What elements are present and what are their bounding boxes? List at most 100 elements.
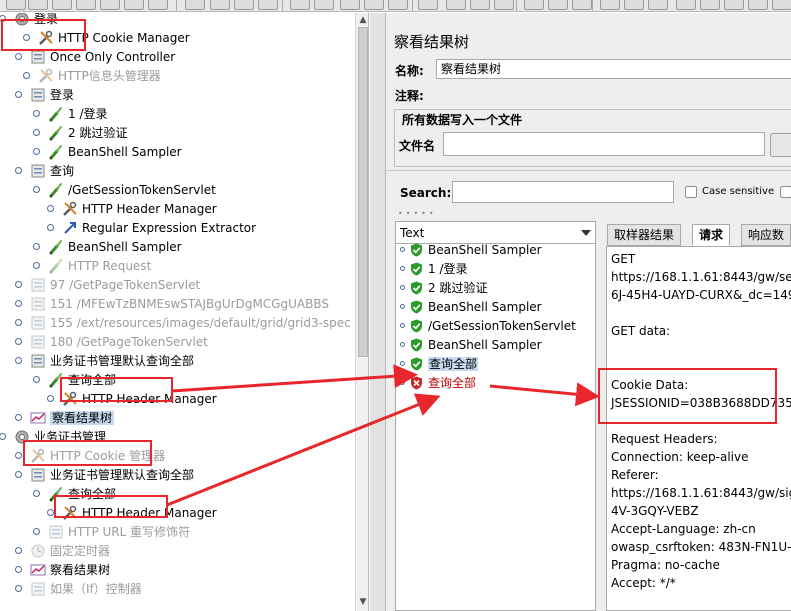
expand-toggle-icon[interactable]	[15, 585, 22, 592]
tree-node[interactable]: HTTP Cookie 管理器	[30, 447, 165, 466]
toolbar-button[interactable]	[6, 0, 26, 10]
toolbar-button[interactable]	[314, 0, 334, 10]
toolbar-button[interactable]	[234, 0, 254, 10]
tree-node[interactable]: 155 /ext/resources/images/default/grid/g…	[30, 314, 351, 333]
tree-node[interactable]: 180 /GetPageTokenServlet	[30, 333, 208, 352]
toolbar-button[interactable]	[148, 0, 168, 10]
tree-node[interactable]: Regular Expression Extractor	[62, 219, 256, 238]
result-item[interactable]: /GetSessionTokenServlet	[410, 317, 576, 336]
expand-toggle-icon[interactable]	[23, 34, 30, 41]
expand-toggle-icon[interactable]	[33, 528, 40, 535]
tree-node[interactable]: 业务证书管理默认查询全部	[30, 352, 194, 371]
result-item[interactable]: BeanShell Sampler	[410, 241, 542, 260]
tree-node[interactable]: HTTP Request	[48, 257, 151, 276]
toolbar-button[interactable]	[418, 0, 438, 10]
tree-node[interactable]: /GetSessionTokenServlet	[48, 181, 216, 200]
name-field[interactable]: 察看结果树	[436, 59, 791, 79]
scroll-down-icon[interactable]: ▼	[358, 597, 368, 607]
tree-node[interactable]: 固定定时器	[30, 542, 110, 561]
result-tab[interactable]: 请求	[692, 224, 731, 246]
case-sensitive-checkbox[interactable]	[685, 186, 697, 198]
tree-node[interactable]: HTTP Header Manager	[62, 390, 217, 409]
scroll-up-icon[interactable]: ▲	[358, 15, 368, 25]
toolbar-button[interactable]	[258, 0, 278, 10]
expand-toggle-icon[interactable]	[15, 414, 22, 421]
result-item[interactable]: 1 /登录	[410, 260, 468, 279]
expand-toggle-icon[interactable]	[15, 357, 22, 364]
expand-toggle-icon[interactable]	[15, 300, 22, 307]
expand-toggle-icon[interactable]	[33, 490, 40, 497]
tree-node[interactable]: HTTP信息头管理器	[38, 67, 161, 86]
tree-node[interactable]: 151 /MFEwTzBNMEswSTAJBgUrDgMCGgUABBS	[30, 295, 329, 314]
toolbar-button[interactable]	[364, 0, 384, 10]
tree-node[interactable]: 登录	[30, 86, 74, 105]
toolbar-button[interactable]	[524, 0, 544, 10]
toolbar-button[interactable]	[28, 0, 48, 10]
toolbar-button[interactable]	[624, 0, 644, 10]
toolbar-button[interactable]	[724, 0, 744, 10]
expand-toggle-icon[interactable]	[47, 395, 54, 402]
tree-node[interactable]: 察看结果树	[30, 561, 110, 580]
tree-node[interactable]: HTTP Header Manager	[62, 504, 217, 523]
tree-scrollbar[interactable]: ▲ ▼	[355, 13, 368, 611]
expand-toggle-icon[interactable]	[15, 319, 22, 326]
tree-node[interactable]: Once Only Controller	[30, 48, 175, 67]
tree-node[interactable]: 查询全部	[48, 371, 116, 390]
expand-toggle-icon[interactable]	[33, 262, 40, 269]
toolbar-button[interactable]	[600, 0, 620, 10]
search-input[interactable]	[452, 181, 674, 203]
toolbar-button[interactable]	[572, 0, 592, 10]
result-item[interactable]: 2 跳过验证	[410, 279, 487, 298]
toolbar-button[interactable]	[210, 0, 230, 10]
toolbar-button[interactable]	[470, 0, 490, 10]
expand-toggle-icon[interactable]	[47, 224, 54, 231]
toolbar-button[interactable]	[185, 0, 205, 10]
expand-toggle-icon[interactable]	[15, 167, 22, 174]
chevron-down-icon[interactable]	[581, 230, 591, 236]
expand-toggle-icon[interactable]	[33, 243, 40, 250]
tree-node[interactable]: 如果（If）控制器	[30, 580, 142, 599]
tree-node[interactable]: 2 跳过验证	[48, 124, 127, 143]
result-item[interactable]: 查询全部	[410, 355, 479, 374]
toolbar-button[interactable]	[494, 0, 514, 10]
toolbar-button[interactable]	[446, 0, 466, 10]
expand-toggle-icon[interactable]	[15, 452, 22, 459]
results-list[interactable]: Text BeanShell Sampler 1 /登录 2 跳过验证 BeanShe…	[395, 221, 596, 611]
tree-node[interactable]: 查询	[30, 162, 74, 181]
toolbar-button[interactable]	[772, 0, 791, 10]
expand-toggle-icon[interactable]	[47, 205, 54, 212]
tree-node[interactable]: HTTP Cookie Manager	[38, 29, 190, 48]
toolbar-button[interactable]	[340, 0, 360, 10]
tree-node[interactable]: 查询全部	[48, 485, 116, 504]
expand-toggle-icon[interactable]	[15, 471, 22, 478]
request-detail-text[interactable]: GET https://168.1.1.61:8443/gw/select 6J-4…	[606, 246, 791, 611]
result-tab[interactable]: 取样器结果	[607, 224, 682, 246]
toolbar-button[interactable]	[290, 0, 310, 10]
toolbar-button[interactable]	[648, 0, 668, 10]
result-item[interactable]: BeanShell Sampler	[410, 336, 542, 355]
split-divider[interactable]	[370, 13, 385, 611]
tree-node[interactable]: 业务证书管理默认查询全部	[30, 466, 194, 485]
tree-node[interactable]: 业务证书管理	[14, 428, 106, 447]
expand-toggle-icon[interactable]	[33, 110, 40, 117]
filename-input[interactable]	[443, 132, 765, 156]
expand-toggle-icon[interactable]	[47, 509, 54, 516]
expand-toggle-icon[interactable]	[33, 376, 40, 383]
result-tab[interactable]: 响应数	[741, 224, 791, 246]
scroll-thumb[interactable]	[358, 27, 368, 357]
tree-node[interactable]: BeanShell Sampler	[48, 143, 182, 162]
expand-toggle-icon[interactable]	[23, 72, 30, 79]
expand-toggle-icon[interactable]	[15, 338, 22, 345]
expand-toggle-icon[interactable]	[33, 129, 40, 136]
toolbar-button[interactable]	[76, 0, 96, 10]
expand-toggle-icon[interactable]	[33, 148, 40, 155]
drag-handle-icon[interactable]: •••••	[398, 209, 437, 218]
expand-toggle-icon[interactable]	[0, 433, 6, 440]
test-plan-tree[interactable]: ▲ ▼ 登录 HTTP Cookie Manager Once Only Contr…	[0, 13, 369, 611]
toolbar-button[interactable]	[748, 0, 768, 10]
toolbar-button[interactable]	[700, 0, 720, 10]
toolbar-button[interactable]	[388, 0, 408, 10]
tree-node[interactable]: BeanShell Sampler	[48, 238, 182, 257]
regex-checkbox[interactable]	[780, 186, 791, 198]
toolbar-button[interactable]	[100, 0, 120, 10]
